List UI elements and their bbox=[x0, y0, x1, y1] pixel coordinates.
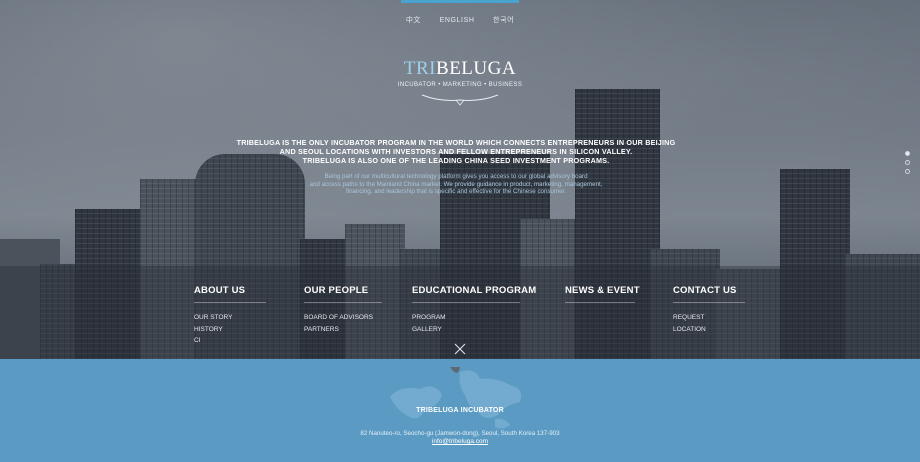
nav-link-partners[interactable]: PARTNERS bbox=[304, 324, 382, 336]
footer-email-link[interactable]: info@tribeluga.com bbox=[432, 438, 488, 445]
footer-address: 82 Nanuteo-ro, Seocho-gu (Jamwon-dong), … bbox=[360, 430, 560, 437]
nav-link-history[interactable]: HISTORY bbox=[194, 324, 266, 336]
nav-contact-us: CONTACT US REQUEST LOCATION bbox=[673, 280, 745, 335]
nav-heading-people[interactable]: OUR PEOPLE bbox=[304, 285, 382, 303]
nav-educational-program: EDUCATIONAL PROGRAM PROGRAM GALLERY bbox=[412, 280, 536, 336]
logo-wordmark: TRIBELUGA bbox=[403, 58, 517, 79]
intro-headline: TRIBELUGA IS THE ONLY INCUBATOR PROGRAM … bbox=[236, 138, 676, 165]
nav-our-people: OUR PEOPLE BOARD OF ADVISORS PARTNERS bbox=[304, 280, 382, 335]
nav-link-location[interactable]: LOCATION bbox=[673, 324, 745, 336]
lang-korean[interactable]: 한국어 bbox=[493, 17, 514, 24]
nav-link-board-of-advisors[interactable]: BOARD OF ADVISORS bbox=[304, 312, 382, 324]
intro-text: TRIBELUGA IS THE ONLY INCUBATOR PROGRAM … bbox=[230, 138, 682, 196]
nav-link-ci[interactable]: CI bbox=[194, 335, 266, 347]
site-logo[interactable]: TRIBELUGA INCUBATOR • MARKETING • BUSINE… bbox=[360, 58, 560, 106]
nav-heading-about[interactable]: ABOUT US bbox=[194, 285, 266, 303]
slide-dot-2[interactable] bbox=[905, 160, 910, 165]
intro-description: Being part of our multicultural technolo… bbox=[309, 173, 603, 196]
lang-chinese[interactable]: 中文 bbox=[406, 17, 421, 24]
footer-email: info@tribeluga.com bbox=[0, 438, 920, 445]
lang-english[interactable]: ENGLISH bbox=[440, 17, 475, 24]
nav-heading-contact[interactable]: CONTACT US bbox=[673, 285, 745, 303]
world-map-icon bbox=[390, 367, 522, 429]
nav-link-program[interactable]: PROGRAM bbox=[412, 312, 520, 324]
nav-news-event: NEWS & EVENT bbox=[565, 280, 640, 312]
nav-about-us: ABOUT US OUR STORY HISTORY CI bbox=[194, 280, 266, 347]
logo-swoosh-icon bbox=[421, 94, 499, 106]
slide-dot-1[interactable] bbox=[905, 151, 910, 156]
logo-tagline: INCUBATOR • MARKETING • BUSINESS bbox=[397, 82, 523, 88]
nav-heading-news[interactable]: NEWS & EVENT bbox=[565, 285, 640, 303]
slide-pagination bbox=[905, 151, 910, 178]
language-switcher: 中文 ENGLISH 한국어 bbox=[0, 15, 920, 25]
top-accent-bar bbox=[401, 0, 519, 3]
nav-link-our-story[interactable]: OUR STORY bbox=[194, 312, 266, 324]
nav-link-gallery[interactable]: GALLERY bbox=[412, 324, 520, 336]
footer-title: TRIBELUGA INCUBATOR bbox=[416, 407, 504, 414]
nav-link-request[interactable]: REQUEST bbox=[673, 312, 745, 324]
close-icon[interactable] bbox=[454, 343, 466, 355]
slide-dot-3[interactable] bbox=[905, 169, 910, 174]
nav-heading-program[interactable]: EDUCATIONAL PROGRAM bbox=[412, 285, 536, 303]
footer: TRIBELUGA INCUBATOR 82 Nanuteo-ro, Seoch… bbox=[0, 359, 920, 462]
